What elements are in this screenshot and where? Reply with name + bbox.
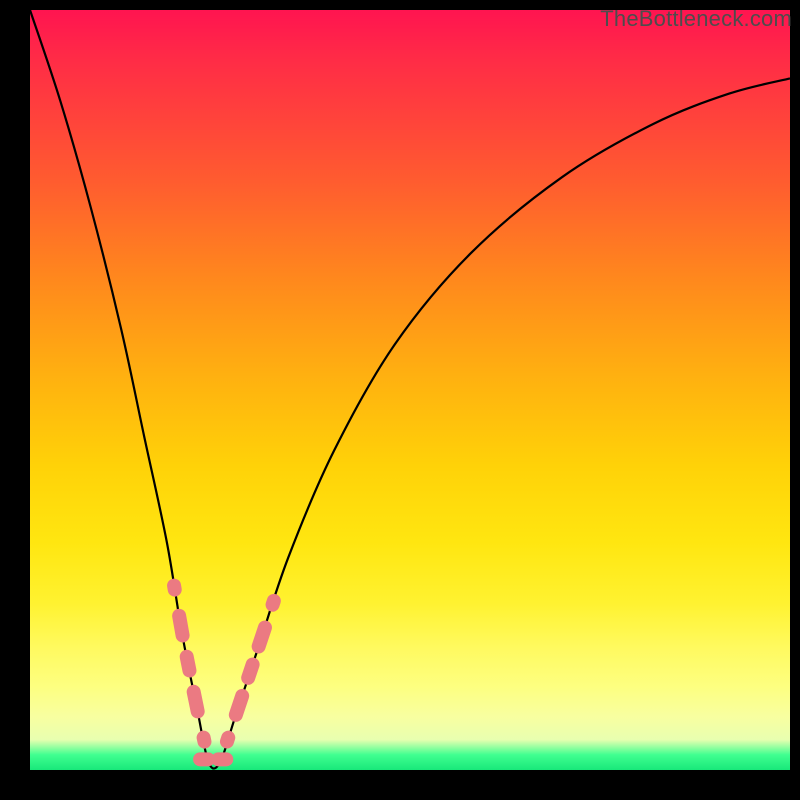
curve-marker bbox=[185, 684, 206, 720]
curve-marker bbox=[195, 729, 212, 750]
curve-marker bbox=[227, 687, 251, 724]
curve-marker bbox=[264, 592, 283, 614]
curve-marker bbox=[171, 608, 191, 644]
bottleneck-curve-path bbox=[30, 10, 790, 769]
curve-marker bbox=[166, 578, 183, 598]
chart-plot-area bbox=[30, 10, 790, 770]
chart-frame: TheBottleneck.com bbox=[0, 0, 800, 800]
curve-marker bbox=[239, 656, 261, 687]
chart-svg bbox=[30, 10, 790, 770]
curve-markers bbox=[166, 578, 283, 767]
curve-marker bbox=[211, 752, 233, 766]
curve-marker bbox=[218, 729, 237, 751]
bottleneck-curve bbox=[30, 10, 790, 769]
watermark-text: TheBottleneck.com bbox=[600, 6, 792, 32]
curve-marker bbox=[178, 648, 197, 678]
curve-marker bbox=[250, 619, 274, 656]
